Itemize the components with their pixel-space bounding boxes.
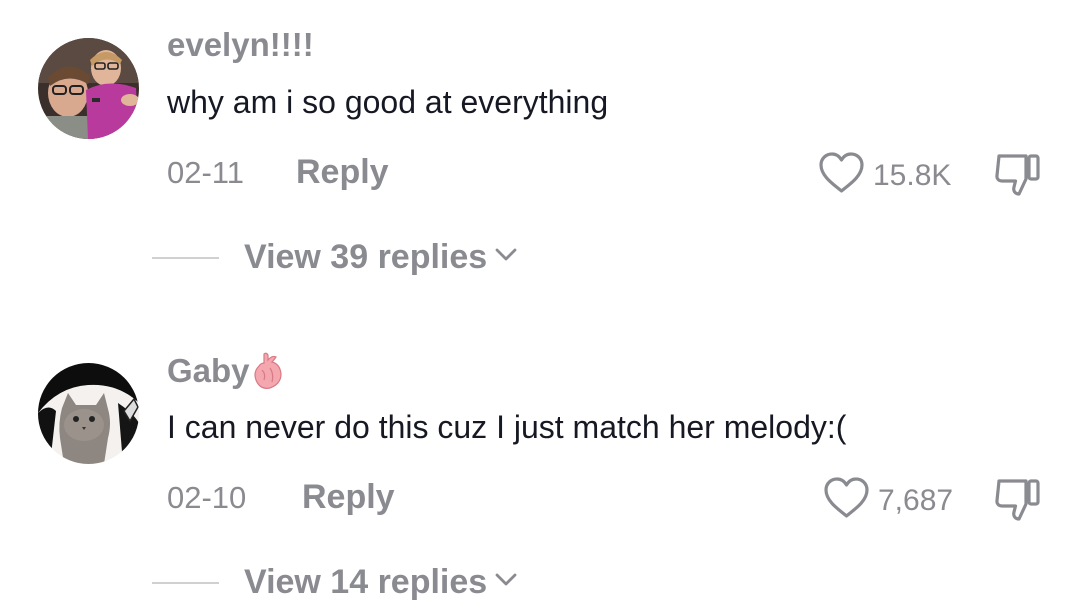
- like-count: 7,687: [878, 483, 954, 517]
- username-text: Gaby: [167, 352, 250, 389]
- comment-text: why am i so good at everything: [167, 84, 609, 120]
- chevron-down-icon: [495, 248, 517, 267]
- heart-outline-icon: [823, 476, 870, 525]
- reply-button[interactable]: Reply: [296, 153, 389, 192]
- comment-text: I can never do this cuz I just match her…: [167, 409, 847, 445]
- dislike-button[interactable]: [993, 477, 1043, 528]
- comment-date: 02-10: [167, 480, 247, 515]
- thumbs-down-icon: [993, 479, 1043, 527]
- view-replies-button[interactable]: View 14 replies: [152, 563, 517, 602]
- avatar[interactable]: [38, 363, 139, 464]
- heart-outline-icon: [818, 151, 865, 200]
- comment-username[interactable]: evelyn!!!!: [167, 26, 314, 64]
- view-replies-label: View 39 replies: [244, 238, 488, 276]
- comment-username[interactable]: Gaby: [167, 352, 284, 390]
- view-replies-button[interactable]: View 39 replies: [152, 238, 517, 277]
- anatomical-heart-emoji: [252, 352, 284, 390]
- like-button[interactable]: 7,687: [823, 476, 953, 525]
- dislike-button[interactable]: [993, 152, 1043, 203]
- like-count: 15.8K: [873, 158, 952, 192]
- divider-line: [152, 256, 219, 259]
- reply-button[interactable]: Reply: [302, 478, 395, 517]
- comment-date: 02-11: [167, 155, 244, 190]
- avatar[interactable]: [38, 38, 139, 139]
- username-text: evelyn!!!!: [167, 26, 314, 63]
- divider-line: [152, 581, 219, 584]
- like-button[interactable]: 15.8K: [818, 151, 951, 200]
- chevron-down-icon: [495, 573, 517, 592]
- view-replies-label: View 14 replies: [244, 563, 488, 601]
- thumbs-down-icon: [993, 154, 1043, 202]
